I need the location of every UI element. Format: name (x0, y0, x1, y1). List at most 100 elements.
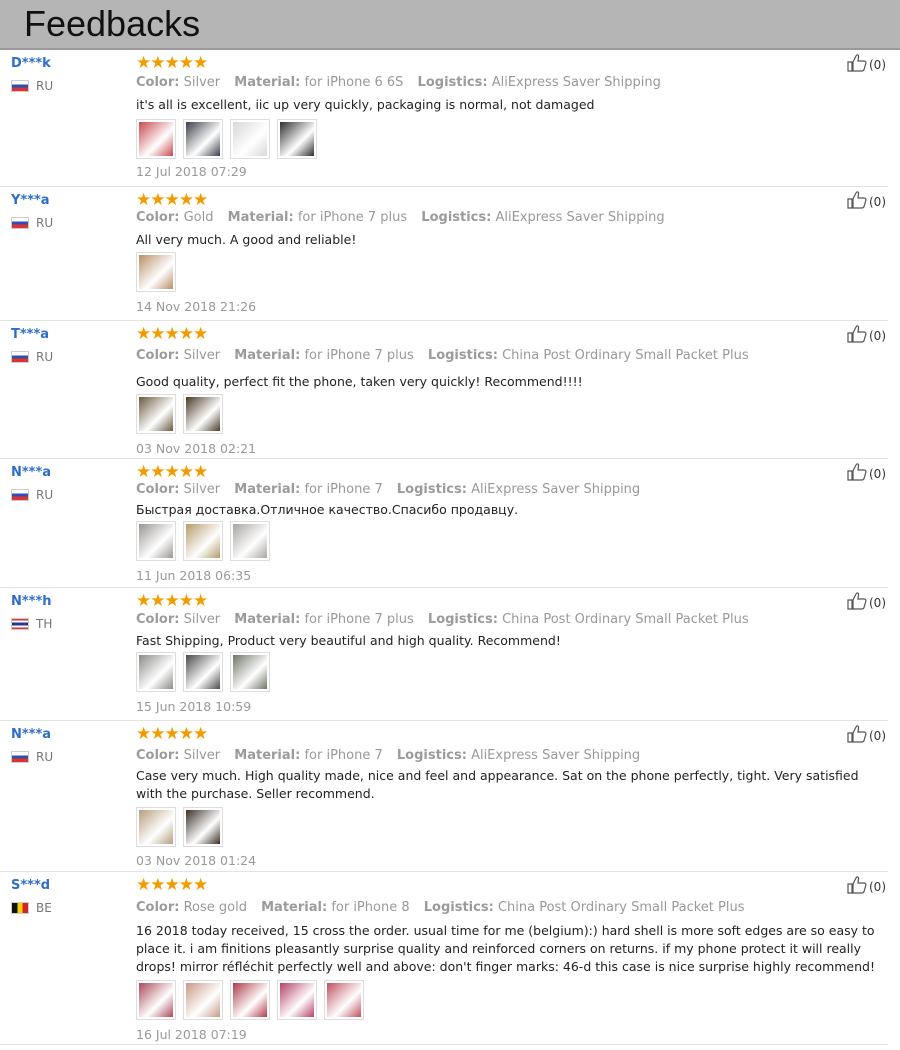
page-title: Feedbacks (24, 3, 201, 44)
order-attributes: Color: Silver Material: for iPhone 7 plu… (136, 348, 749, 363)
flag-icon (11, 217, 29, 229)
review-photo[interactable] (230, 652, 270, 692)
review-photo[interactable] (230, 980, 270, 1020)
country-code: BE (36, 901, 52, 915)
review-photos (136, 980, 371, 1020)
review-photo[interactable] (277, 980, 317, 1020)
photo-thumbnail (139, 122, 173, 156)
review-photo[interactable] (183, 394, 223, 434)
review-photo[interactable] (183, 980, 223, 1020)
order-attributes: Color: Gold Material: for iPhone 7 plus … (136, 210, 665, 225)
order-attributes: Color: Silver Material: for iPhone 7 Log… (136, 482, 640, 497)
country-code: TH (36, 617, 53, 631)
like-button[interactable]: (0) (847, 876, 886, 897)
photo-thumbnail (139, 810, 173, 844)
review-photo[interactable] (183, 807, 223, 847)
photo-thumbnail (186, 397, 220, 431)
material-label: Material: (234, 748, 301, 763)
color-value: Silver (183, 612, 221, 627)
photo-thumbnail (233, 983, 267, 1017)
reviewer-name[interactable]: Y***a (11, 193, 50, 208)
review-photos (136, 252, 183, 292)
review-photo[interactable] (136, 807, 176, 847)
review-photo[interactable] (324, 980, 364, 1020)
review-date: 14 Nov 2018 21:26 (136, 299, 257, 314)
country-code: RU (36, 750, 54, 764)
review-photo[interactable] (136, 652, 176, 692)
photo-thumbnail (280, 983, 314, 1017)
material-value: for iPhone 7 (304, 482, 383, 497)
review-photo[interactable] (136, 394, 176, 434)
reviewer-name[interactable]: S***d (11, 878, 50, 893)
reviewer-country: RU (11, 216, 53, 230)
country-code: RU (36, 350, 54, 364)
logistics-label: Logistics: (421, 210, 492, 225)
flag-icon (11, 902, 29, 914)
review-comment: 16 2018 today received, 15 cross the ord… (136, 923, 875, 974)
like-button[interactable]: (0) (847, 54, 886, 75)
like-button[interactable]: (0) (847, 725, 886, 746)
logistics-value: AliExpress Saver Shipping (471, 482, 641, 497)
photo-thumbnail (186, 655, 220, 689)
like-count: (0) (869, 328, 886, 343)
material-label: Material: (234, 482, 301, 497)
review-photo[interactable] (183, 652, 223, 692)
review-photo[interactable] (230, 119, 270, 159)
color-label: Color: (136, 210, 180, 225)
like-button[interactable]: (0) (847, 325, 886, 346)
review-photos (136, 807, 230, 847)
like-count: (0) (869, 194, 886, 209)
reviewer-name[interactable]: T***a (11, 327, 49, 342)
reviewer-name[interactable]: D***k (11, 56, 51, 71)
review-photo[interactable] (183, 119, 223, 159)
color-label: Color: (136, 900, 180, 915)
reviewer-name[interactable]: N***h (11, 594, 52, 609)
star-rating: ★★★★★ (136, 591, 208, 611)
feedbacks-header: Feedbacks (0, 0, 900, 48)
material-value: for iPhone 7 plus (304, 612, 414, 627)
logistics-label: Logistics: (423, 900, 494, 915)
review-photo[interactable] (230, 521, 270, 561)
reviewer-name[interactable]: N***a (11, 465, 51, 480)
country-code: RU (36, 216, 54, 230)
reviewer-country: RU (11, 350, 53, 364)
photo-thumbnail (186, 524, 220, 558)
color-value: Silver (183, 482, 221, 497)
like-count: (0) (869, 595, 886, 610)
review-photo[interactable] (183, 521, 223, 561)
order-attributes: Color: Silver Material: for iPhone 7 Log… (136, 748, 640, 763)
review-photo[interactable] (136, 521, 176, 561)
photo-thumbnail (233, 524, 267, 558)
thumbs-up-icon (847, 876, 869, 897)
review-item: S***d BE ★★★★★ Color: Rose gold Material… (0, 872, 900, 1045)
logistics-label: Logistics: (396, 748, 467, 763)
review-item: T***a RU ★★★★★ Color: Silver Material: f… (0, 321, 900, 459)
like-button[interactable]: (0) (847, 191, 886, 212)
review-date: 15 Jun 2018 10:59 (136, 699, 252, 714)
review-date: 03 Nov 2018 02:21 (136, 441, 257, 456)
material-value: for iPhone 7 plus (297, 210, 408, 225)
material-value: for iPhone 8 (331, 900, 410, 915)
logistics-value: AliExpress Saver Shipping (491, 75, 661, 90)
review-photo[interactable] (136, 980, 176, 1020)
review-photo[interactable] (277, 119, 317, 159)
material-label: Material: (234, 348, 301, 363)
color-label: Color: (136, 482, 180, 497)
color-label: Color: (136, 348, 180, 363)
thumbs-up-icon (847, 463, 869, 484)
color-value: Silver (183, 75, 221, 90)
like-button[interactable]: (0) (847, 592, 886, 613)
review-date: 11 Jun 2018 06:35 (136, 568, 252, 583)
flag-icon (11, 751, 29, 763)
like-button[interactable]: (0) (847, 463, 886, 484)
color-label: Color: (136, 748, 180, 763)
reviewer-country: RU (11, 750, 53, 764)
photo-thumbnail (139, 397, 173, 431)
thumbs-up-icon (847, 725, 869, 746)
thumbs-up-icon (847, 54, 869, 75)
review-photo[interactable] (136, 119, 176, 159)
review-photo[interactable] (136, 252, 176, 292)
color-value: Silver (183, 748, 221, 763)
reviewer-name[interactable]: N***a (11, 727, 51, 742)
star-rating: ★★★★★ (136, 324, 208, 344)
